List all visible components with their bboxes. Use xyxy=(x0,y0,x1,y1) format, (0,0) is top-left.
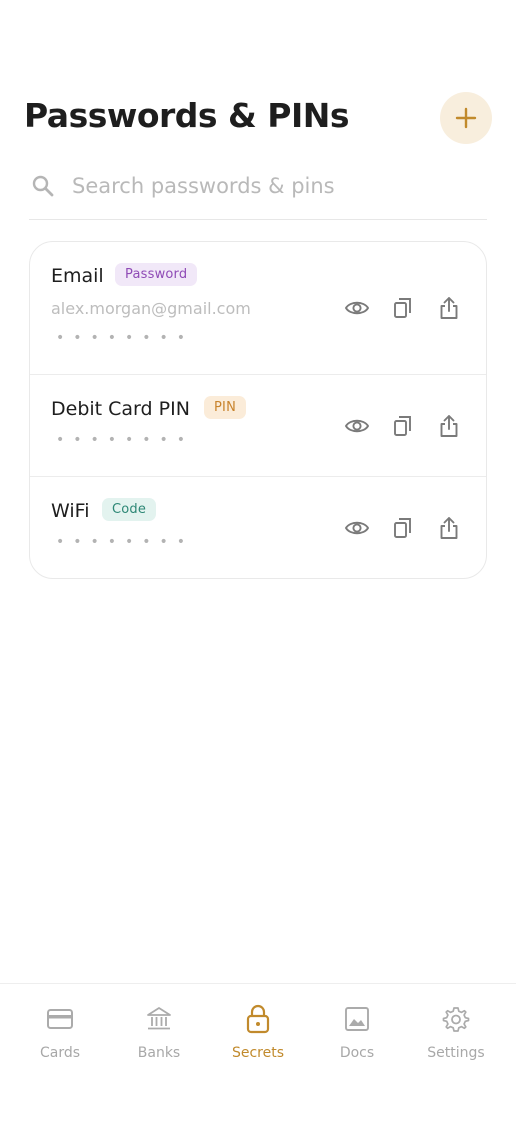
add-button[interactable] xyxy=(440,92,492,144)
copy-icon xyxy=(394,416,411,436)
card-icon xyxy=(47,1009,73,1029)
share-button[interactable] xyxy=(434,513,464,543)
nav-label: Banks xyxy=(137,1045,181,1061)
list-item[interactable]: Debit Card PIN PIN •••••••• xyxy=(30,375,486,477)
reveal-button[interactable] xyxy=(342,513,372,543)
eye-icon xyxy=(344,419,370,433)
share-button[interactable] xyxy=(434,293,464,323)
item-actions xyxy=(342,411,464,441)
item-subtitle: alex.morgan@gmail.com xyxy=(51,299,251,318)
type-badge: Code xyxy=(102,498,157,521)
item-name: Email xyxy=(51,265,104,287)
nav-item-banks[interactable]: Banks xyxy=(113,1002,205,1061)
copy-button[interactable] xyxy=(388,411,418,441)
masked-value: •••••••• xyxy=(56,330,195,346)
header: Passwords & PINs xyxy=(24,92,492,144)
image-icon xyxy=(345,1007,369,1031)
masked-value: •••••••• xyxy=(56,534,195,550)
item-actions xyxy=(342,513,464,543)
list-item[interactable]: WiFi Code •••••••• xyxy=(30,477,486,578)
reveal-button[interactable] xyxy=(342,293,372,323)
item-name: Debit Card PIN xyxy=(51,398,190,420)
nav-label: Cards xyxy=(39,1045,81,1061)
masked-value: •••••••• xyxy=(56,432,195,448)
share-icon xyxy=(440,297,458,319)
gear-icon xyxy=(442,1007,470,1032)
reveal-button[interactable] xyxy=(342,411,372,441)
copy-button[interactable] xyxy=(388,293,418,323)
share-icon xyxy=(440,517,458,539)
nav-label: Docs xyxy=(339,1045,375,1061)
share-button[interactable] xyxy=(434,411,464,441)
nav-item-secrets[interactable]: Secrets xyxy=(212,1002,304,1061)
copy-icon xyxy=(394,518,411,538)
page-title: Passwords & PINs xyxy=(24,96,350,135)
item-name: WiFi xyxy=(51,500,90,522)
copy-icon xyxy=(394,298,411,318)
item-actions xyxy=(342,293,464,323)
bottom-nav: Cards Banks Secrets Docs Settings xyxy=(0,983,516,1121)
lock-icon xyxy=(246,1004,270,1034)
search-icon xyxy=(32,175,54,197)
type-badge: Password xyxy=(115,263,198,286)
share-icon xyxy=(440,415,458,437)
type-badge: PIN xyxy=(204,396,246,419)
bank-icon xyxy=(147,1007,171,1030)
nav-label: Secrets xyxy=(231,1045,285,1061)
nav-item-settings[interactable]: Settings xyxy=(410,1002,502,1061)
list-item[interactable]: Email Password alex.morgan@gmail.com •••… xyxy=(30,242,486,375)
search-bar xyxy=(29,164,487,220)
nav-label: Settings xyxy=(427,1045,485,1061)
plus-icon xyxy=(455,107,477,129)
nav-item-docs[interactable]: Docs xyxy=(311,1002,403,1061)
secrets-list: Email Password alex.morgan@gmail.com •••… xyxy=(29,241,487,579)
copy-button[interactable] xyxy=(388,513,418,543)
nav-item-cards[interactable]: Cards xyxy=(14,1002,106,1061)
search-input[interactable] xyxy=(72,168,472,204)
eye-icon xyxy=(344,521,370,535)
eye-icon xyxy=(344,301,370,315)
